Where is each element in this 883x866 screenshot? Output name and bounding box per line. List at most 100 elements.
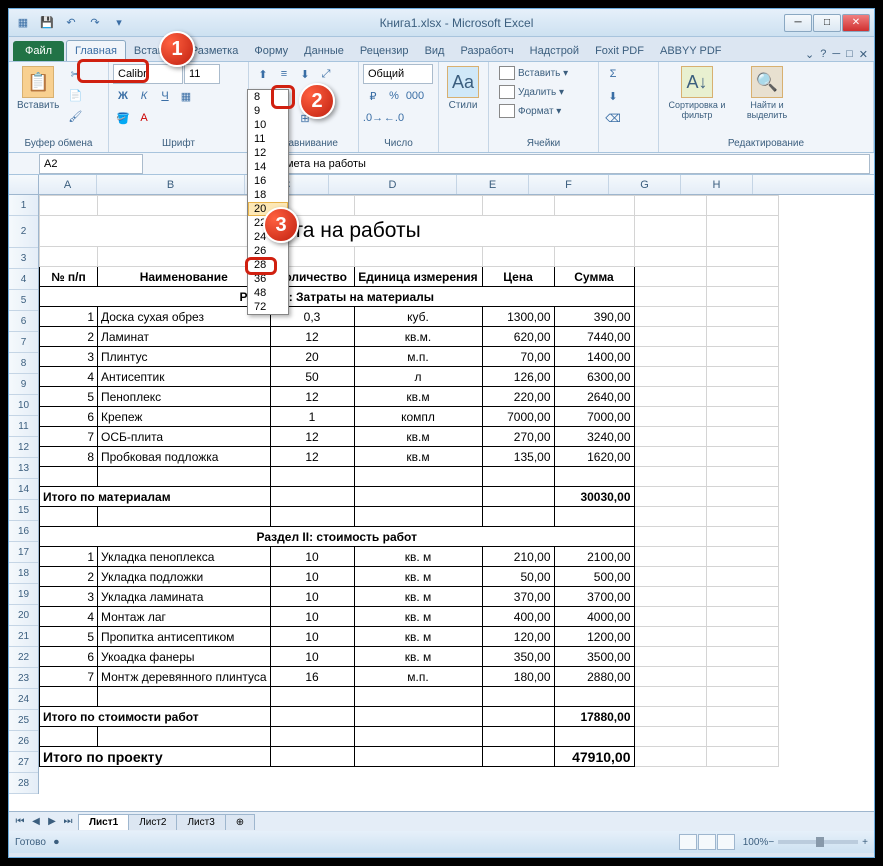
zoom-in-icon[interactable]: + [862, 837, 868, 848]
col-header-g[interactable]: G [609, 175, 681, 194]
doc-restore-icon[interactable]: □ [846, 48, 853, 61]
autosum-icon[interactable]: Σ [603, 64, 623, 84]
row-header[interactable]: 5 [9, 290, 38, 311]
tab-developer[interactable]: Разработч [452, 41, 521, 61]
formula-bar[interactable]: Смета на работы [273, 154, 870, 174]
row-header[interactable]: 8 [9, 353, 38, 374]
zoom-level[interactable]: 100% [743, 837, 769, 848]
row-header[interactable]: 13 [9, 458, 38, 479]
row-header[interactable]: 27 [9, 752, 38, 773]
sheet-tab-new[interactable]: ⊕ [225, 814, 255, 830]
col-header-d[interactable]: D [329, 175, 457, 194]
font-size-option[interactable]: 14 [248, 160, 288, 174]
tab-view[interactable]: Вид [417, 41, 453, 61]
zoom-slider[interactable] [778, 840, 858, 844]
row-header[interactable]: 28 [9, 773, 38, 794]
doc-min-icon[interactable]: ─ [832, 48, 840, 61]
font-size-option[interactable]: 18 [248, 188, 288, 202]
sheet-nav-last-icon[interactable]: ⏭ [61, 815, 75, 829]
font-size-option[interactable]: 11 [248, 132, 288, 146]
qat-redo[interactable]: ↷ [85, 13, 105, 33]
currency-icon[interactable]: ₽ [363, 86, 383, 106]
row-header[interactable]: 7 [9, 332, 38, 353]
zoom-out-icon[interactable]: − [768, 837, 774, 848]
font-size-option[interactable]: 72 [248, 300, 288, 314]
comma-icon[interactable]: 000 [405, 86, 425, 106]
minimize-button[interactable]: ─ [784, 14, 812, 32]
view-layout-icon[interactable] [698, 834, 716, 850]
row-header[interactable]: 1 [9, 195, 38, 216]
row-header[interactable]: 12 [9, 437, 38, 458]
row-header[interactable]: 18 [9, 563, 38, 584]
row-header[interactable]: 16 [9, 521, 38, 542]
italic-icon[interactable]: К [134, 86, 154, 106]
font-size-dropdown[interactable]: 891011121416182022242628364872 [247, 89, 289, 315]
font-size-option[interactable]: 12 [248, 146, 288, 160]
spreadsheet-cells[interactable]: Смета на работы № п/пНаименованиеКоличес… [39, 195, 779, 767]
row-header[interactable]: 25 [9, 710, 38, 731]
tab-formulas[interactable]: Форму [246, 41, 296, 61]
col-header-b[interactable]: B [97, 175, 245, 194]
qat-save[interactable]: 💾 [37, 13, 57, 33]
cells-format-button[interactable]: Формат ▾ [493, 102, 567, 120]
row-header[interactable]: 4 [9, 269, 38, 290]
tab-file[interactable]: Файл [13, 41, 64, 61]
cells-insert-button[interactable]: Вставить ▾ [493, 64, 574, 82]
tab-data[interactable]: Данные [296, 41, 352, 61]
doc-close-icon[interactable]: ✕ [859, 48, 868, 61]
inc-decimal-icon[interactable]: .0→ [363, 108, 383, 128]
row-header[interactable]: 9 [9, 374, 38, 395]
title-cell[interactable]: Смета на работы [40, 216, 635, 247]
sheet-nav-prev-icon[interactable]: ◀ [29, 815, 43, 829]
ribbon-collapse-icon[interactable]: ⌄ [805, 48, 814, 61]
fill-color-icon[interactable]: 🪣 [113, 108, 133, 128]
row-header[interactable]: 3 [9, 248, 38, 269]
dec-decimal-icon[interactable]: ←.0 [384, 108, 404, 128]
sort-filter-button[interactable]: A↓ Сортировка и фильтр [663, 64, 731, 122]
clear-icon[interactable]: ⌫ [603, 108, 623, 128]
macro-record-icon[interactable]: ⏺ [54, 837, 59, 848]
maximize-button[interactable]: □ [813, 14, 841, 32]
row-header[interactable]: 6 [9, 311, 38, 332]
underline-icon[interactable]: Ч [155, 86, 175, 106]
row-header[interactable]: 26 [9, 731, 38, 752]
row-header[interactable]: 22 [9, 647, 38, 668]
font-size-option[interactable]: 48 [248, 286, 288, 300]
view-normal-icon[interactable] [679, 834, 697, 850]
row-header[interactable]: 11 [9, 416, 38, 437]
row-header[interactable]: 24 [9, 689, 38, 710]
copy-icon[interactable]: 📄 [65, 85, 85, 105]
help-icon[interactable]: ? [820, 48, 826, 61]
paste-button[interactable]: 📋 Вставить [13, 64, 63, 113]
sheet-nav-first-icon[interactable]: ⏮ [13, 815, 27, 829]
font-size-option[interactable]: 16 [248, 174, 288, 188]
align-mid-icon[interactable]: ≡ [274, 64, 294, 84]
select-all-corner[interactable] [9, 175, 39, 194]
col-header-e[interactable]: E [457, 175, 529, 194]
find-select-button[interactable]: 🔍 Найти и выделить [733, 64, 801, 122]
qat-undo[interactable]: ↶ [61, 13, 81, 33]
align-top-icon[interactable]: ⬆ [253, 64, 273, 84]
font-size-combo[interactable]: 11 [184, 64, 220, 84]
fill-icon[interactable]: ⬇ [603, 86, 623, 106]
orientation-icon[interactable]: ⤢ [316, 64, 336, 84]
row-header[interactable]: 2 [9, 216, 38, 248]
row-header[interactable]: 21 [9, 626, 38, 647]
sheet-tab-2[interactable]: Лист2 [128, 814, 177, 830]
font-size-option[interactable]: 26 [248, 244, 288, 258]
name-box[interactable]: A2 [39, 154, 143, 174]
close-button[interactable]: ✕ [842, 14, 870, 32]
row-header[interactable]: 23 [9, 668, 38, 689]
row-header[interactable]: 20 [9, 605, 38, 626]
align-bot-icon[interactable]: ⬇ [295, 64, 315, 84]
row-header[interactable]: 19 [9, 584, 38, 605]
tab-foxit[interactable]: Foxit PDF [587, 41, 652, 61]
border-icon[interactable]: ▦ [176, 86, 196, 106]
view-pagebreak-icon[interactable] [717, 834, 735, 850]
sheet-tab-1[interactable]: Лист1 [78, 814, 129, 830]
col-header-h[interactable]: H [681, 175, 753, 194]
col-header-f[interactable]: F [529, 175, 609, 194]
percent-icon[interactable]: % [384, 86, 404, 106]
row-header[interactable]: 14 [9, 479, 38, 500]
tab-review[interactable]: Рецензир [352, 41, 417, 61]
